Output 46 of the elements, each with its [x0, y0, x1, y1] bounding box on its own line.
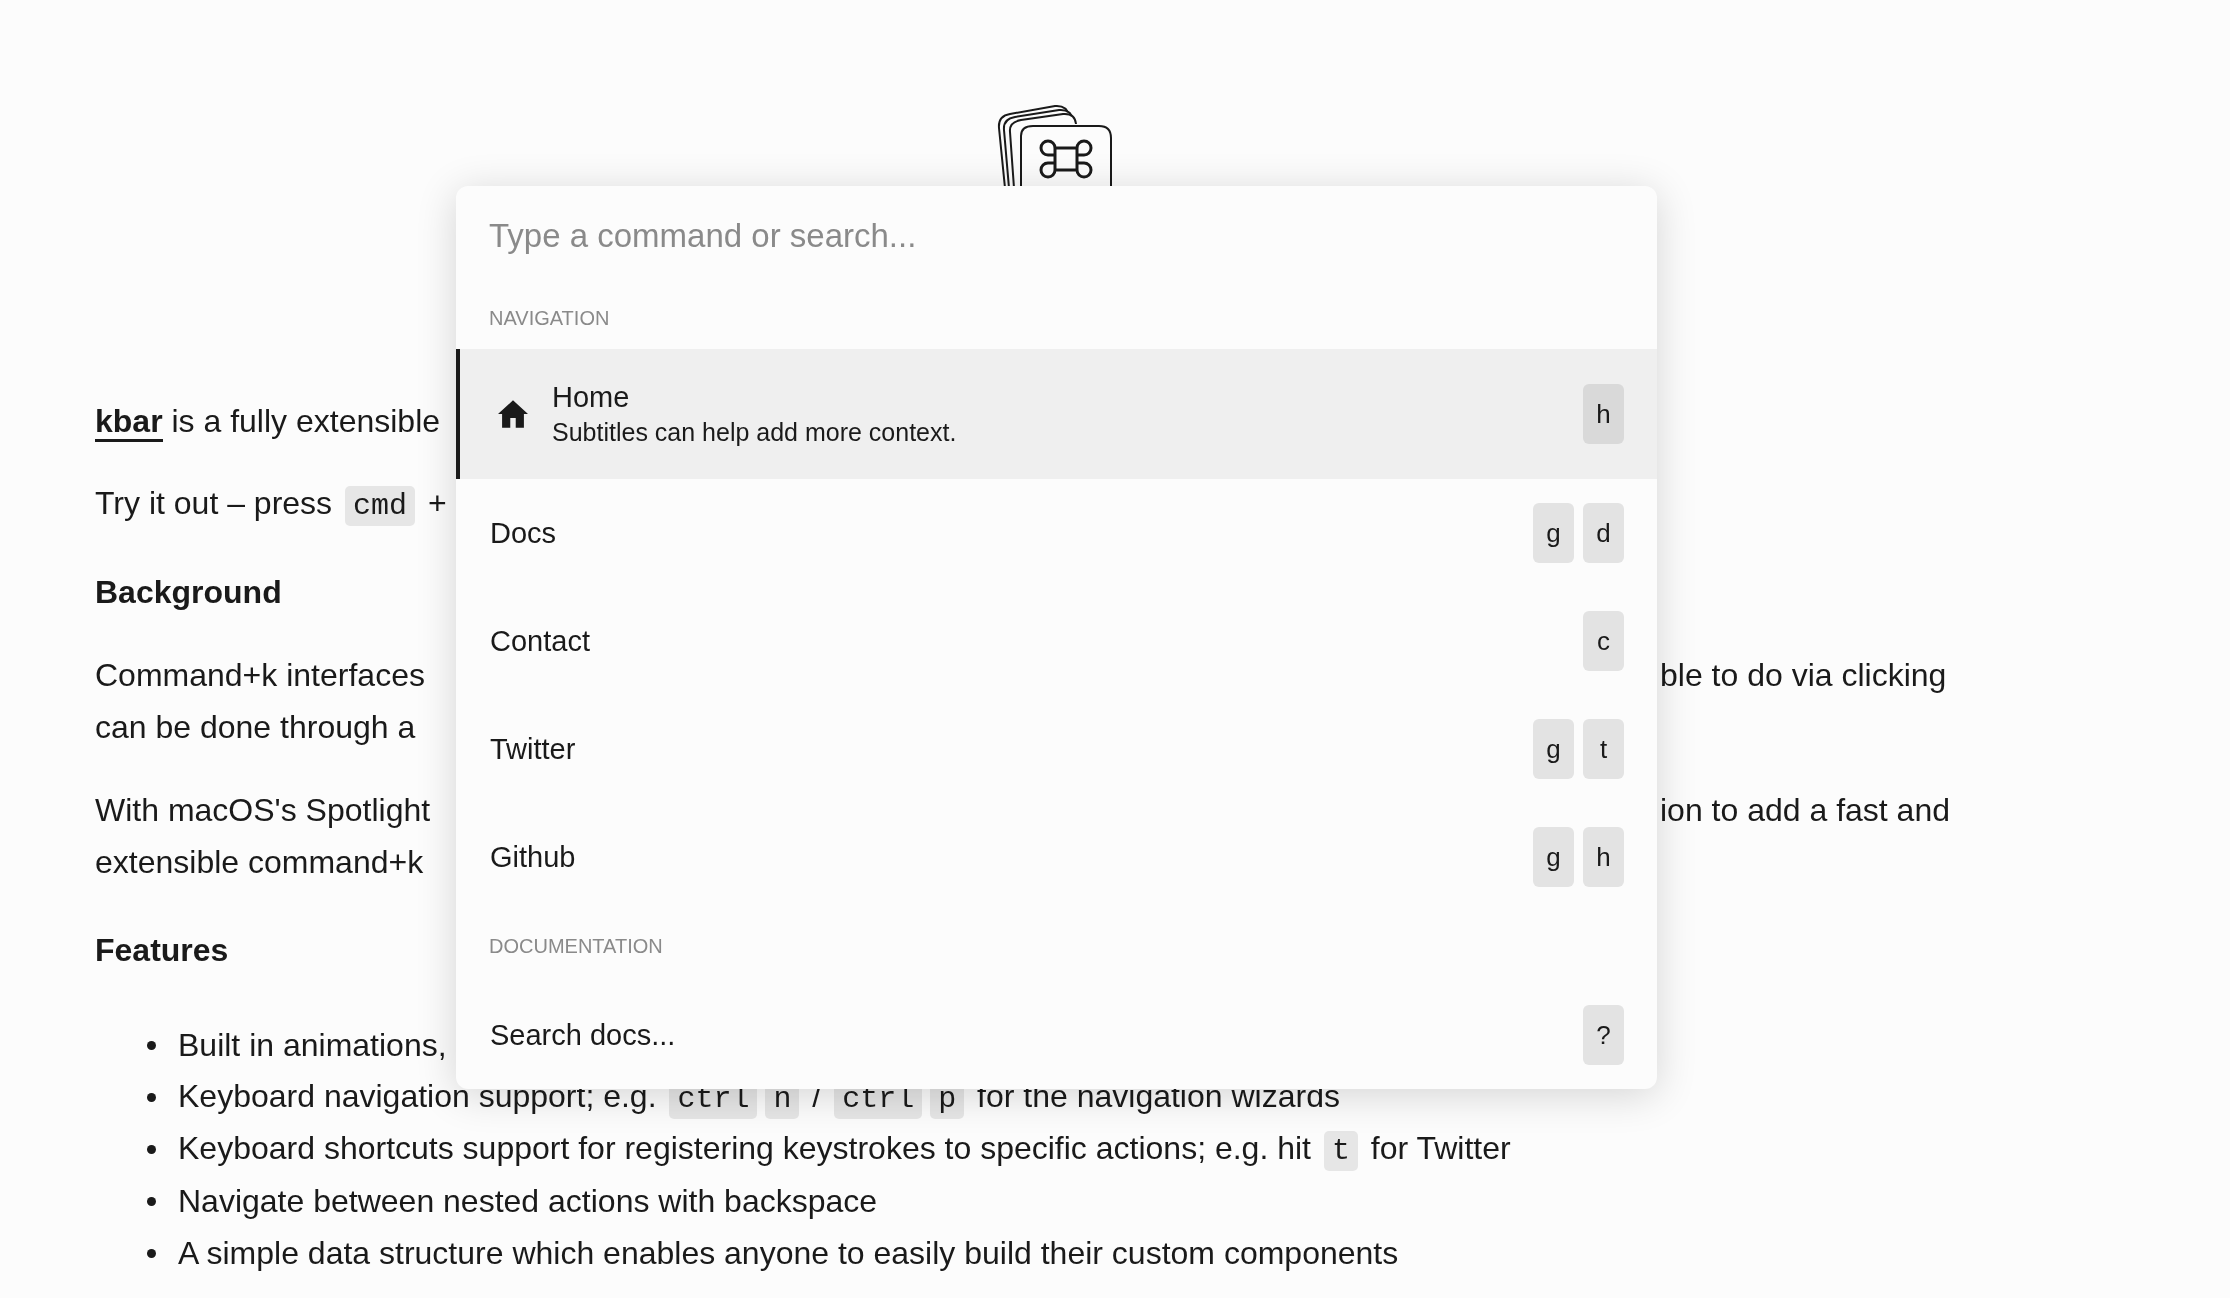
shortcut-key: d — [1583, 503, 1624, 563]
bullet-icon — [147, 1248, 156, 1258]
command-label: Github — [490, 842, 577, 872]
shortcut-key: ? — [1583, 1005, 1624, 1065]
feature-text: Keyboard shortcuts support for registering keystrokes to specific actions; e.g. hit t for Twitter — [178, 1119, 1511, 1179]
kbar-link[interactable]: kbar — [95, 403, 163, 442]
shortcut-key: g — [1533, 503, 1574, 563]
paragraph-text: With macOS's Spotlight — [95, 791, 431, 830]
bullet-icon — [147, 1092, 156, 1102]
command-item[interactable]: Home Subtitles can help add more context. h — [456, 349, 1657, 479]
shortcut-key: g — [1533, 719, 1574, 779]
search-field[interactable]: Type a command or search... — [456, 186, 1657, 286]
paragraph-text: kbar is a fully extensible — [95, 392, 441, 450]
section-heading: Background — [95, 573, 282, 612]
section-label: DOCUMENTATION — [489, 934, 663, 959]
paragraph-text: can be done through a — [95, 708, 416, 747]
section-heading: Features — [95, 931, 229, 970]
command-label: Twitter — [490, 734, 577, 764]
command-label: Home — [552, 383, 631, 412]
paragraph-text: ion to add a fast and — [1660, 791, 1950, 830]
bullet-icon — [147, 1040, 156, 1050]
paragraph-text: Command+k interfaces — [95, 656, 425, 695]
feature-text: Built in animations, — [178, 1026, 447, 1065]
home-icon — [496, 399, 530, 429]
command-item[interactable]: Contact c — [456, 587, 1657, 695]
command-item[interactable]: Docs g d — [456, 479, 1657, 587]
section-label: NAVIGATION — [489, 305, 610, 331]
bullet-icon — [147, 1144, 156, 1154]
shortcut-key: g — [1533, 827, 1574, 887]
paragraph-text: ble to do via clicking — [1660, 656, 1947, 695]
paragraph-text: Try it out – press cmd + — [95, 474, 447, 534]
command-item[interactable]: Search docs... ? — [456, 981, 1657, 1089]
command-subtitle: Subtitles can help add more context. — [552, 420, 958, 445]
feature-text: A simple data structure which enables anyone to easily build their custom components — [178, 1234, 1399, 1273]
command-item[interactable]: Github g h — [456, 803, 1657, 911]
shortcut-key: t — [1583, 719, 1624, 779]
command-item[interactable]: Twitter g t — [456, 695, 1657, 803]
bullet-icon — [147, 1196, 156, 1206]
command-label: Docs — [490, 518, 558, 548]
paragraph-text: extensible command+k — [95, 843, 424, 882]
shortcut-key: h — [1583, 384, 1624, 444]
shortcut-key: h — [1583, 827, 1624, 887]
command-label: Contact — [490, 626, 591, 656]
feature-text: Navigate between nested actions with backspace — [178, 1182, 878, 1221]
shortcut-key: c — [1583, 611, 1624, 671]
command-label: Search docs... — [490, 1020, 677, 1050]
